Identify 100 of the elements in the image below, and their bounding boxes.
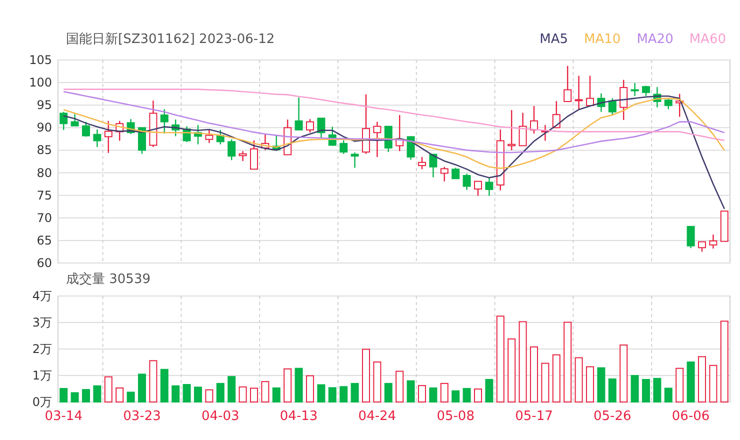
axis-label: 2万: [32, 342, 52, 356]
candlestick: [250, 140, 258, 170]
candlestick: [126, 119, 135, 134]
candlestick: [160, 109, 168, 134]
volume-bar: [328, 387, 336, 402]
legend-label: MA60: [689, 32, 726, 46]
axis-label: 80: [36, 166, 52, 180]
candlestick: [328, 126, 336, 146]
volume-bar: [138, 374, 146, 402]
candlestick: [462, 174, 471, 190]
volume-bar: [194, 386, 202, 402]
volume-bar: [452, 390, 460, 402]
candlestick: [698, 241, 706, 252]
axis-label: 4万: [32, 290, 52, 303]
candlestick: [306, 119, 314, 133]
candlestick: [384, 126, 392, 152]
candlestick: [182, 126, 191, 142]
volume-bar: [70, 392, 79, 402]
candlestick: [116, 120, 124, 141]
candlestick: [429, 154, 438, 178]
candlestick: [396, 115, 404, 152]
candlestick: [664, 98, 672, 110]
volume-bar: [272, 387, 280, 402]
volume-bar: [630, 375, 639, 402]
volume-bar: [228, 376, 236, 402]
volume-bar: [462, 388, 471, 402]
axis-label: 70: [36, 210, 52, 225]
candlestick: [149, 100, 158, 148]
volume-bar: [216, 382, 224, 402]
axis-label: 3万: [32, 316, 52, 330]
candlestick: [70, 114, 79, 126]
candlestick: [508, 110, 516, 150]
volume-bar: [60, 388, 68, 402]
candlestick: [340, 140, 348, 154]
candlestick: [552, 101, 560, 128]
candlestick: [586, 76, 594, 106]
date-label: 03-14: [44, 409, 82, 424]
candlestick: [216, 130, 224, 144]
candlestick: [620, 80, 628, 120]
candlestick: [60, 112, 68, 130]
candlestick: [362, 94, 370, 154]
candlestick: [630, 83, 639, 96]
candlestick: [642, 86, 650, 96]
candlestick: [93, 129, 102, 148]
volume-bar: [686, 361, 695, 402]
volume-bar: [294, 368, 303, 402]
date-label: 04-13: [280, 409, 318, 424]
volume-bar: [597, 367, 606, 402]
volume-bar: [126, 392, 135, 402]
candlestick: [608, 98, 616, 115]
date-label: 05-08: [436, 409, 474, 424]
candlestick: [350, 152, 359, 168]
candlestick: [653, 87, 662, 108]
candlestick: [485, 178, 494, 196]
axis-label: 90: [36, 120, 52, 135]
volume-bar: [172, 385, 180, 402]
candlestick: [294, 97, 303, 131]
axis-label: 85: [36, 143, 52, 158]
candlestick: [272, 135, 280, 150]
volume-bar: [608, 378, 616, 402]
candlestick: [238, 151, 247, 162]
candlestick: [474, 180, 482, 196]
volume-bar: [485, 378, 494, 402]
volume-bar: [160, 368, 168, 402]
volume-bar: [664, 388, 672, 402]
candlestick: [452, 168, 460, 180]
axis-label: 1万: [32, 368, 52, 382]
candlestick: [284, 120, 292, 156]
legend-label: MA5: [540, 32, 568, 46]
candlestick: [194, 124, 202, 144]
date-label: 05-26: [594, 409, 632, 424]
candlestick: [574, 76, 583, 110]
axis-label: 65: [36, 233, 52, 248]
volume-bar: [653, 378, 662, 402]
axis-label: 0万: [32, 395, 52, 409]
candlestick: [709, 234, 718, 249]
axis-label: 105: [29, 53, 52, 67]
candlestick: [373, 122, 382, 157]
volume-bar: [340, 386, 348, 402]
candlestick: [564, 66, 572, 102]
candlestick: [228, 139, 236, 160]
chart-title: 成交量 30539: [66, 271, 150, 288]
date-label: 03-23: [123, 409, 161, 424]
volume-bar: [182, 384, 191, 402]
volume-bar: [384, 382, 392, 402]
axis-label: 100: [29, 76, 52, 90]
axis-label: 95: [36, 98, 52, 112]
candlestick: [496, 129, 504, 190]
candlestick: [261, 134, 270, 150]
axis-label: 75: [36, 188, 52, 202]
candlestick: [82, 122, 90, 137]
candlestick: [138, 127, 146, 154]
candlestick: [597, 93, 606, 112]
candlestick: [541, 124, 550, 141]
candlestick: [317, 118, 326, 138]
date-label: 06-06: [672, 409, 710, 424]
candlestick: [676, 94, 684, 117]
chart-title: 国能日新[SZ301162] 2023-06-12: [66, 31, 275, 48]
volume-bar: [82, 389, 90, 402]
volume-bar: [642, 378, 650, 402]
